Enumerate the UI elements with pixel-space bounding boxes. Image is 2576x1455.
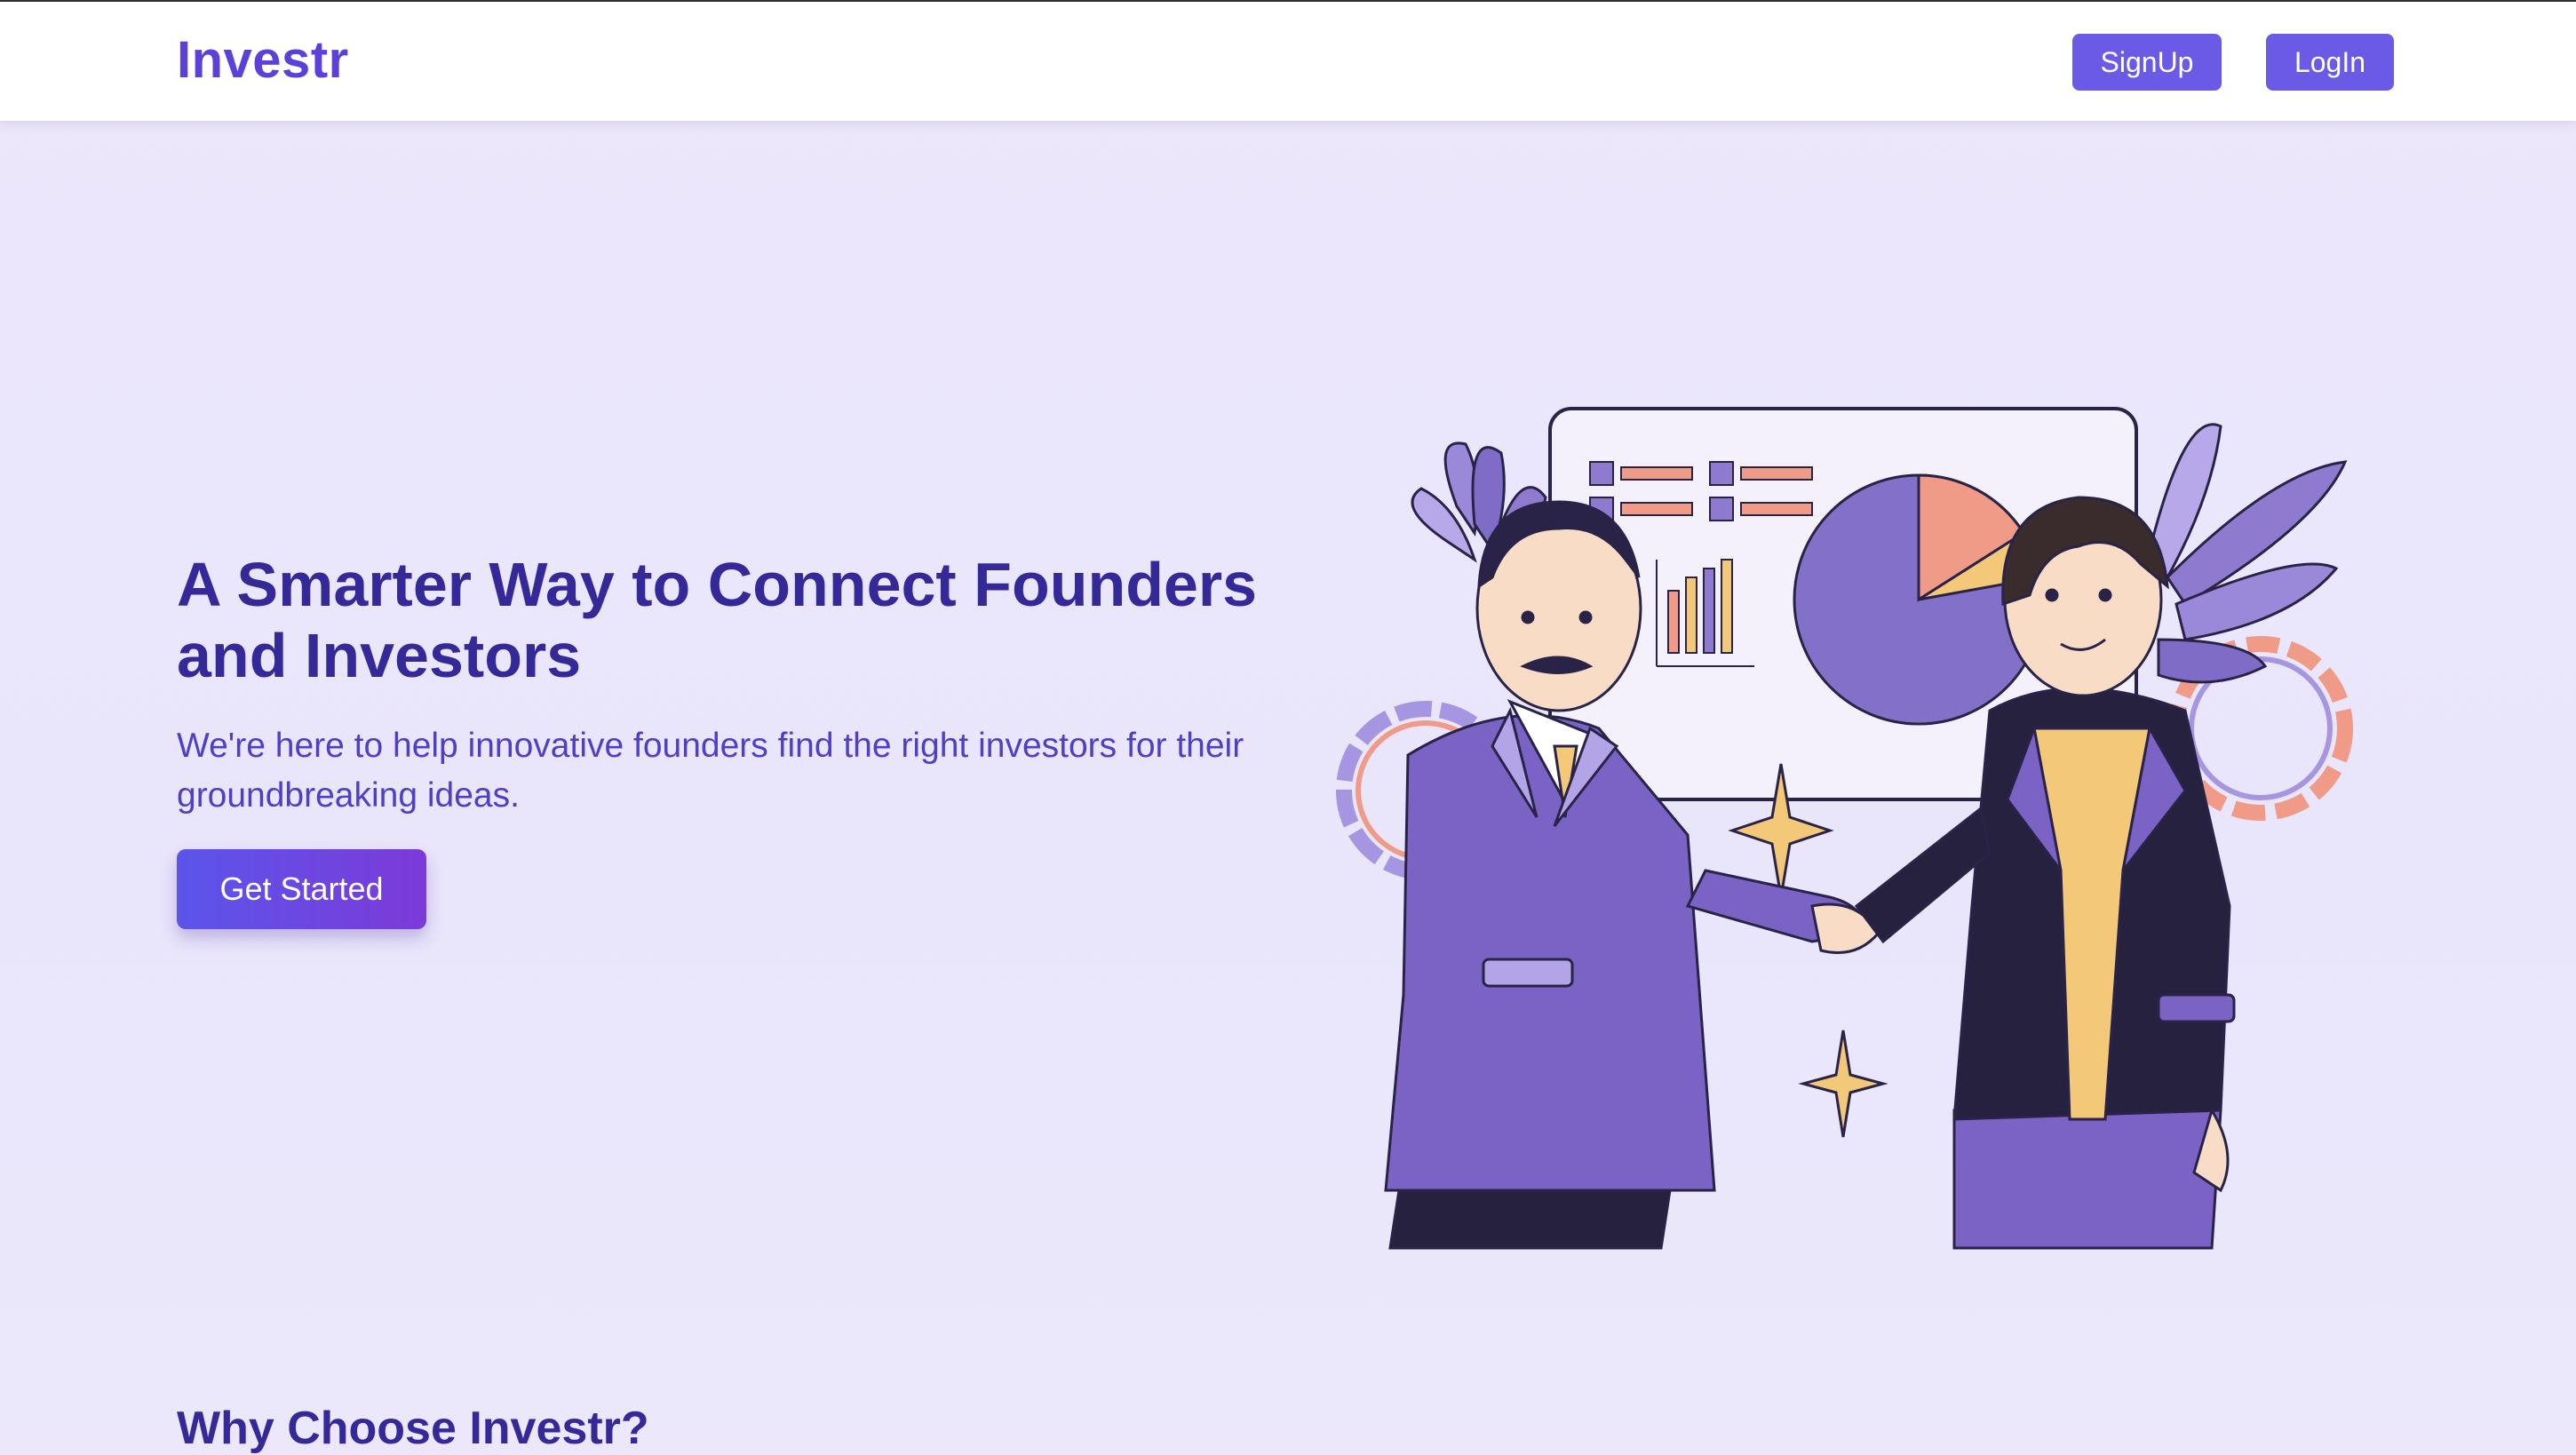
- handshake-illustration: [1336, 407, 2353, 1250]
- sparkle-icon-small: [1798, 1030, 1888, 1138]
- login-button[interactable]: LogIn: [2266, 34, 2394, 91]
- brand-logo[interactable]: Investr: [177, 30, 349, 90]
- section-heading-why-choose: Why Choose Investr?: [177, 1403, 649, 1454]
- navbar: Investr SignUp LogIn: [0, 2, 2576, 121]
- hero-title: A Smarter Way to Connect Founders and In…: [177, 550, 1258, 690]
- get-started-button[interactable]: Get Started: [177, 849, 426, 929]
- signup-button[interactable]: SignUp: [2072, 34, 2222, 91]
- hero-subtitle: We're here to help innovative founders f…: [177, 727, 1244, 815]
